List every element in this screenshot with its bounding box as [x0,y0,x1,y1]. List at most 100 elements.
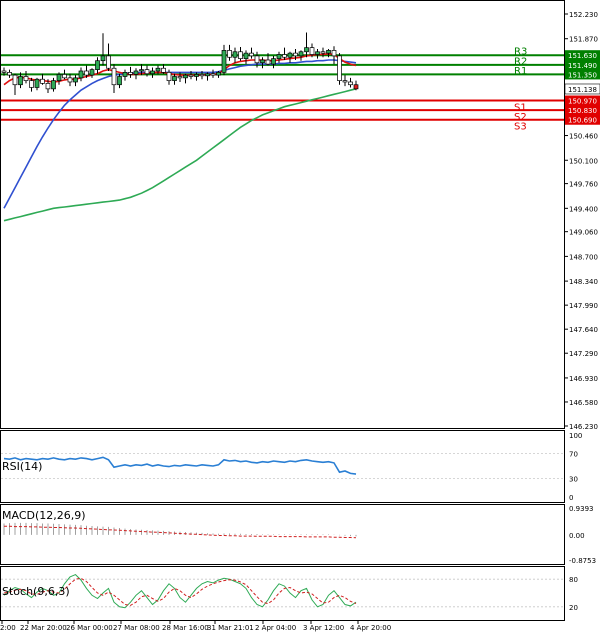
candle-body [216,72,221,76]
candle-body [287,52,293,58]
candle-body [155,67,161,72]
candle-body [210,73,216,76]
time-tick-label: 3 Apr 12:00 [303,624,344,632]
candle-body [122,72,128,77]
price-tick-label: 151.870 [569,36,598,44]
rsi-tick-label: 0 [569,494,573,502]
level-value-label-s3: 150.690 [568,117,597,125]
candle-body [342,80,348,83]
macd-tick-label: 0.9393 [569,505,594,513]
candle-body [89,69,95,76]
candle-body [172,76,177,81]
price-tick-label: 147.290 [569,350,598,358]
price-tick-label: 146.930 [569,375,598,383]
candle-body [309,47,315,55]
candle-body [265,59,271,65]
candle-body [18,76,23,86]
time-tick-label: 2:00 [0,624,16,632]
price-tick-label: 146.580 [569,399,598,407]
candle-body [139,69,144,72]
chart-svg: 152.230151.870151.490151.130150.800150.4… [0,0,600,632]
time-tick-label: 31 Mar 21:01 [207,624,254,632]
candle-body [12,74,18,86]
level-name-s3: S3 [514,122,527,133]
level-value-label-r2: 151.490 [568,62,597,70]
candle-body [298,51,304,57]
candle-body [188,74,194,77]
price-tick-label: 152.230 [569,11,598,19]
candle-body [348,81,353,86]
price-tick-label: 150.460 [569,133,598,141]
candle-body [315,51,320,55]
price-tick-label: 149.760 [569,181,598,189]
candle-body [227,50,232,58]
candle-body [337,55,342,81]
level-value-label-s1: 150.970 [568,98,597,106]
rsi-tick-label: 70 [569,451,578,459]
candle-body [29,80,34,88]
candle-body [117,76,122,86]
candle-body [95,60,100,70]
price-tick-label: 149.060 [569,229,598,237]
candle-body [1,70,7,73]
macd-tick-label: 0.00 [569,532,585,540]
time-tick-label: 2 Apr 04:00 [255,624,296,632]
candle-body [100,55,106,62]
candle-body [238,51,243,59]
candle-body [271,58,276,65]
candle-body [353,84,359,90]
forex-chart: 152.230151.870151.490151.130150.800150.4… [0,0,600,633]
macd-label: MACD(12,26,9) [2,509,86,522]
candle-body [73,77,78,83]
rsi-tick-label: 100 [569,432,582,440]
candle-body [232,51,238,58]
candle-body [111,67,117,86]
candle-body [40,78,45,84]
candle-body [56,74,62,81]
candle-body [78,70,84,79]
candle-body [23,76,29,81]
candle-body [199,74,205,77]
candle-body [243,52,249,59]
stoch-label: Stoch(9,6,3) [2,585,70,598]
candle-body [45,83,51,90]
candle-body [304,47,309,53]
time-tick-label: 27 Mar 08:00 [113,624,160,632]
time-tick-label: 28 Mar 16:00 [162,624,209,632]
candle-body [183,74,188,79]
time-tick-label: 4 Apr 20:00 [350,624,391,632]
candle-body [7,72,12,76]
candle-body [51,80,56,90]
candle-body [150,70,155,75]
rsi-label: RSI(14) [2,460,42,473]
candle-body [34,78,40,88]
panel-frame-stoch [0,566,565,621]
level-value-label-r3: 151.630 [568,52,597,60]
price-tick-label: 147.640 [569,326,598,334]
level-name-r1: R1 [514,66,527,77]
time-tick-label: 26 Mar 00:00 [66,624,113,632]
price-tick-label: 149.400 [569,205,598,213]
candle-body [144,69,150,75]
candle-body [293,52,298,57]
candle-body [161,67,166,73]
candle-body [326,50,331,54]
candle-body [177,76,183,79]
macd-tick-label: -0.8753 [569,557,596,565]
price-tick-label: 148.700 [569,253,598,261]
stoch-tick-label: 20 [569,604,578,612]
price-tick-label: 146.230 [569,423,598,431]
candle-body [133,70,139,75]
candle-body [221,50,227,73]
level-value-label-s2: 150.830 [568,107,597,115]
candle-body [254,55,260,64]
panel-frame-rsi [0,430,565,503]
candle-body [331,50,337,57]
candle-body [84,70,89,76]
level-value-label-r1: 151.350 [568,71,597,79]
candle-body [62,74,67,79]
candle-body [276,54,282,59]
candle-body [67,77,73,83]
candle-body [320,51,326,54]
price-tick-label: 147.990 [569,302,598,310]
